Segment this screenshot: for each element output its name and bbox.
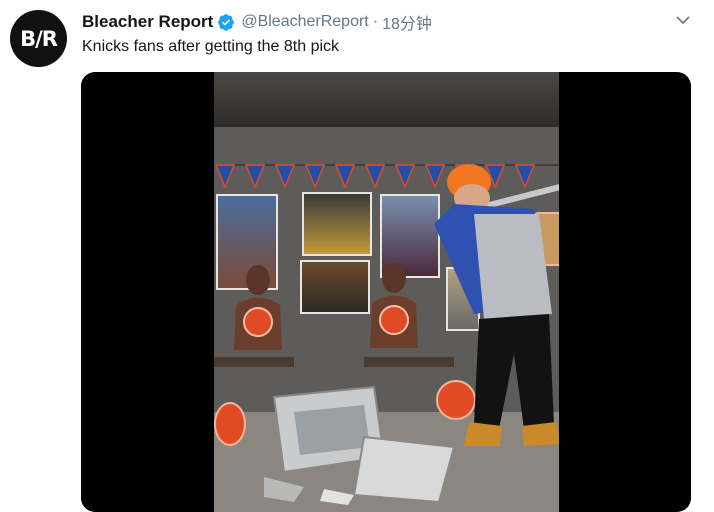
- tweet[interactable]: B/R Bleacher Report @BleacherReport · 18…: [0, 0, 714, 512]
- author-handle[interactable]: @BleacherReport: [241, 13, 368, 31]
- person-with-bat: [434, 164, 559, 446]
- avatar-logo: B/R: [20, 26, 58, 51]
- mannequin-bust: [234, 265, 282, 350]
- avatar[interactable]: B/R: [10, 10, 67, 67]
- ceiling: [214, 72, 559, 127]
- tweet-header: Bleacher Report @BleacherReport · 18分钟: [82, 11, 432, 33]
- wall-poster: [300, 260, 370, 314]
- knicks-logo-sign: [214, 402, 246, 446]
- chevron-down-icon[interactable]: [675, 12, 691, 28]
- timestamp[interactable]: 18分钟: [382, 10, 432, 34]
- wall-poster: [302, 192, 372, 256]
- wall-shelf: [214, 357, 294, 367]
- tweet-text: Knicks fans after getting the 8th pick: [82, 38, 340, 55]
- video-frame[interactable]: [214, 72, 559, 512]
- author-name[interactable]: Bleacher Report: [82, 12, 213, 32]
- verified-badge-icon: [218, 14, 235, 31]
- separator-dot: ·: [372, 13, 379, 30]
- tweet-media-video[interactable]: [81, 72, 691, 512]
